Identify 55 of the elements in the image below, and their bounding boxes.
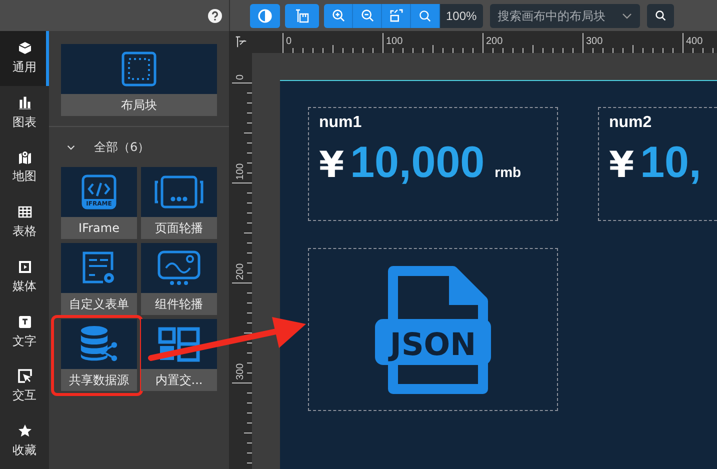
nav-item[interactable]: 收藏 [0,414,49,469]
cursor-square-icon [18,369,32,384]
ruler-icon [295,8,309,22]
metric-value: 10,000 [350,138,485,188]
fit-screen-button[interactable] [382,4,411,28]
dotted-frame-icon [121,51,157,87]
zoom-in-icon [332,9,344,22]
metric-title: num2 [609,114,653,132]
zoom-out-icon [360,9,374,22]
text-box-icon [18,314,32,329]
search-icon [654,10,666,21]
metric-card[interactable]: num1 ¥10,000 rmb [308,107,558,221]
currency-symbol: ¥ [609,145,634,186]
zoom-in-button[interactable] [324,4,353,28]
search-icon [419,10,431,22]
zoom-out-button[interactable] [353,4,382,28]
cube-icon [18,40,32,55]
json-data-card[interactable]: JSON [308,248,558,411]
database-share-icon [78,325,120,363]
star-icon [18,424,32,438]
form-gear-icon [81,250,117,286]
group-title: 全部（6） [94,138,150,156]
ruler-toggle-icon[interactable] [235,36,247,48]
nav-item[interactable]: 通用 [0,31,49,86]
horizontal-ruler: 0 100 200 300 400 [252,31,717,53]
film-icon [18,260,32,274]
currency-symbol: ¥ [319,145,344,186]
chevron-down-icon [622,12,632,18]
nav-item[interactable]: 图表 [0,86,49,140]
search-button[interactable] [646,4,674,28]
carousel-icon [154,174,204,210]
bar-chart-icon [18,96,32,110]
fit-screen-icon [390,9,402,22]
chevron-down-icon[interactable] [67,144,75,150]
layout-search-select[interactable]: 搜索画布中的布局块 [490,4,640,28]
metric-value: 10, [640,138,702,188]
search-zoom-button[interactable] [411,4,440,28]
help-icon[interactable] [208,8,222,22]
nav-item[interactable]: 交互 [0,360,49,414]
nav-item[interactable]: 表格 [0,195,49,250]
table-icon [18,205,32,220]
metric-card[interactable]: num2 ¥10, [598,107,717,221]
nav-item[interactable]: 文字 [0,304,49,360]
nav-item[interactable]: 地图 [0,140,49,196]
image-carousel-icon [157,250,201,286]
panels-icon [157,326,201,362]
contrast-button[interactable] [250,4,280,28]
zoom-level: 100% [440,4,483,28]
nav-item[interactable]: 媒体 [0,250,49,305]
contrast-icon [258,8,272,22]
metric-title: num1 [319,114,363,132]
map-pin-icon [18,150,32,164]
vertical-ruler: 0 100 200 300 [230,53,252,469]
ruler-button[interactable] [285,4,319,28]
metric-unit: rmb [494,164,522,180]
